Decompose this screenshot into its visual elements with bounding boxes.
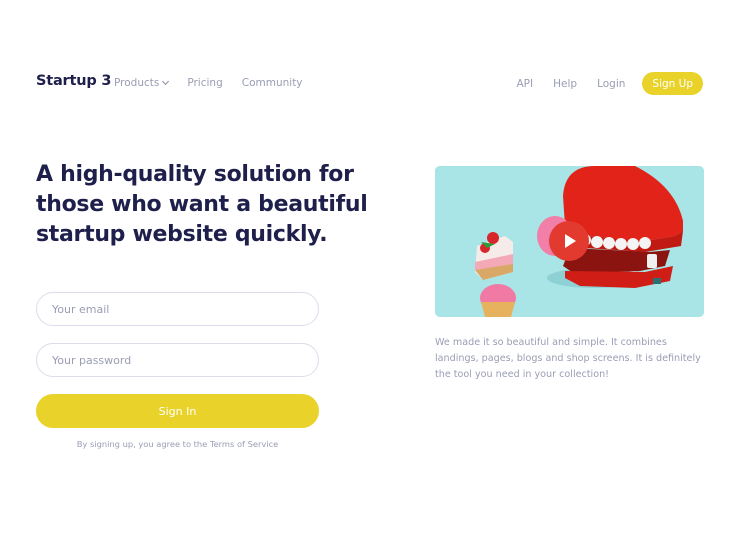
nav-pricing[interactable]: Pricing — [187, 77, 222, 89]
sign-up-button[interactable]: Sign Up — [642, 72, 703, 95]
nav-help[interactable]: Help — [553, 78, 577, 90]
email-field[interactable] — [36, 292, 319, 326]
nav-products-label: Products — [114, 77, 160, 89]
hero-headline: A high-quality solution for those who wa… — [36, 162, 368, 247]
play-icon — [565, 234, 576, 248]
brand-logo[interactable]: Startup 3 — [36, 73, 111, 89]
terms-text: By signing up, you agree to the Terms of… — [76, 439, 279, 449]
nav-api[interactable]: API — [517, 78, 534, 90]
secondary-nav: API Help Login Sign Up — [497, 72, 703, 95]
nav-login[interactable]: Login — [597, 78, 625, 90]
media-description: We made it so beautiful and simple. It c… — [435, 337, 701, 380]
primary-nav: Products Pricing Community — [114, 77, 322, 89]
video-thumbnail[interactable] — [435, 166, 704, 317]
play-button[interactable] — [549, 221, 589, 261]
nav-products[interactable]: Products — [114, 77, 170, 89]
chevron-down-icon — [162, 77, 170, 86]
password-field[interactable] — [36, 343, 319, 377]
sign-in-button[interactable]: Sign In — [36, 394, 319, 428]
nav-community[interactable]: Community — [242, 77, 303, 89]
